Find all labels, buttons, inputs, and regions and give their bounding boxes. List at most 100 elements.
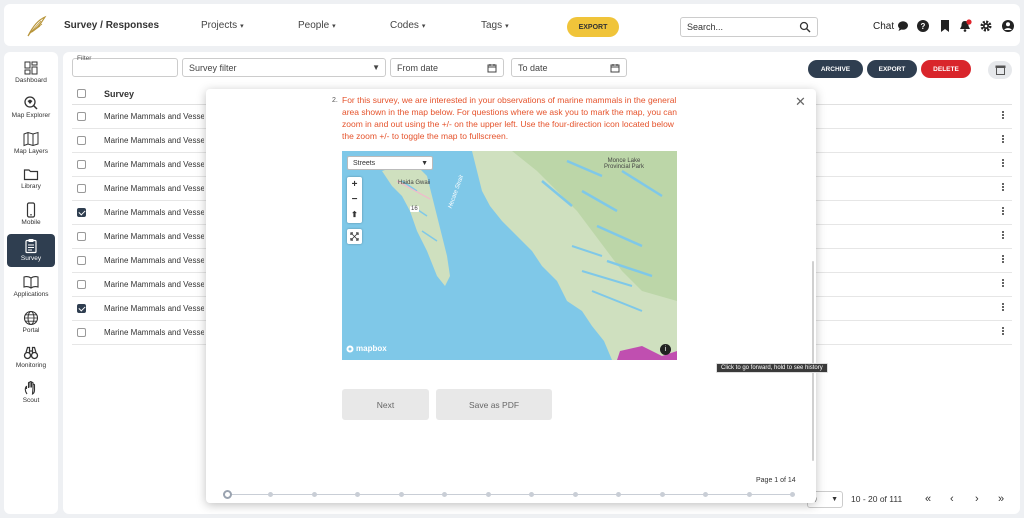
more-options-icon[interactable]: [1000, 326, 1006, 338]
more-options-icon[interactable]: [1000, 302, 1006, 314]
sidebar-item-survey[interactable]: Survey: [7, 234, 55, 267]
nav-projects[interactable]: Projects ▾: [201, 20, 244, 31]
sidebar-item-label: Dashboard: [15, 77, 47, 84]
help-icon[interactable]: ?: [916, 19, 930, 33]
nav-projects-label: Projects: [201, 20, 238, 31]
more-options-icon[interactable]: [1000, 278, 1006, 290]
progress-step-dot[interactable]: [746, 492, 752, 497]
more-options-icon[interactable]: [1000, 230, 1006, 242]
row-checkbox[interactable]: [77, 208, 86, 217]
survey-filter-value: Survey filter: [189, 62, 237, 73]
nav-people[interactable]: People ▾: [298, 20, 336, 31]
sidebar-item-label: Monitoring: [15, 362, 47, 369]
archive-box-button[interactable]: [988, 61, 1012, 79]
nav-tags[interactable]: Tags ▾: [481, 20, 509, 31]
sidebar-item-label: Map Explorer: [11, 112, 51, 119]
calendar-icon[interactable]: [487, 63, 497, 73]
more-options-icon[interactable]: [1000, 134, 1006, 146]
map-style-select[interactable]: Streets ▼: [347, 156, 433, 170]
archive-button[interactable]: ARCHIVE: [808, 60, 863, 78]
page-indicator: Page 1 of 14: [756, 477, 796, 484]
progress-step-dot[interactable]: [572, 492, 578, 497]
user-icon[interactable]: [1001, 19, 1015, 33]
map-view[interactable]: Streets ▼ + − ⬆ Haida Gwaii Hecate Strait…: [342, 151, 677, 360]
fullscreen-toggle-icon[interactable]: [347, 229, 362, 244]
bell-icon[interactable]: [958, 19, 972, 33]
progress-step-dot[interactable]: [268, 492, 274, 497]
row-checkbox[interactable]: [77, 136, 86, 145]
nav-people-label: People: [298, 20, 330, 31]
progress-step-dot[interactable]: [355, 492, 361, 497]
sidebar-item-map-layers[interactable]: Map Layers: [7, 131, 55, 163]
hand-icon: [24, 381, 36, 395]
sidebar-item-dashboard[interactable]: Dashboard: [7, 60, 55, 92]
zoom-out-button[interactable]: −: [347, 192, 362, 207]
bookmark-icon[interactable]: [938, 19, 952, 33]
progress-step-dot[interactable]: [659, 492, 665, 497]
progress-step-dot[interactable]: [485, 492, 491, 497]
more-options-icon[interactable]: [1000, 182, 1006, 194]
first-page-icon[interactable]: «: [925, 493, 931, 505]
next-button[interactable]: Next: [342, 389, 429, 420]
search-input[interactable]: Search...: [680, 17, 818, 37]
mapbox-attribution[interactable]: mapbox: [346, 344, 387, 353]
prev-page-icon[interactable]: ‹: [950, 493, 954, 505]
feather-logo-icon[interactable]: [24, 14, 48, 38]
nav-codes[interactable]: Codes ▾: [390, 20, 425, 31]
compass-icon[interactable]: ⬆: [347, 207, 362, 222]
row-checkbox[interactable]: [77, 280, 86, 289]
mobile-icon: [26, 202, 36, 218]
survey-cell: Marine Mammals and Vessels: [104, 328, 204, 337]
zoom-in-button[interactable]: +: [347, 177, 362, 192]
more-options-icon[interactable]: [1000, 158, 1006, 170]
progress-step-dot[interactable]: [442, 492, 448, 497]
sidebar-item-portal[interactable]: Portal: [7, 310, 55, 342]
progress-step-dot[interactable]: [223, 490, 232, 499]
chat-button[interactable]: Chat: [873, 20, 909, 32]
row-checkbox[interactable]: [77, 112, 86, 121]
survey-filter-select[interactable]: Survey filter ▼: [182, 58, 386, 77]
info-icon[interactable]: i: [660, 344, 671, 355]
row-checkbox[interactable]: [77, 328, 86, 337]
row-checkbox[interactable]: [77, 304, 86, 313]
mapbox-label: mapbox: [356, 344, 387, 353]
more-options-icon[interactable]: [1000, 206, 1006, 218]
select-all-checkbox[interactable]: [77, 89, 86, 98]
row-checkbox[interactable]: [77, 160, 86, 169]
sidebar-item-map-explorer[interactable]: Map Explorer: [7, 95, 55, 127]
progress-step-dot[interactable]: [790, 492, 795, 497]
sidebar-item-applications[interactable]: Applications: [7, 274, 55, 306]
export-button[interactable]: EXPORT: [867, 60, 917, 78]
row-checkbox[interactable]: [77, 256, 86, 265]
sidebar-item-monitoring[interactable]: Monitoring: [7, 345, 55, 377]
more-options-icon[interactable]: [1000, 110, 1006, 122]
progress-step-dot[interactable]: [616, 492, 622, 497]
map-layers-icon: [23, 131, 39, 147]
progress-step-dot[interactable]: [529, 492, 535, 497]
sidebar-item-scout[interactable]: Scout: [7, 380, 55, 412]
close-icon[interactable]: ✕: [795, 94, 806, 110]
to-date-field[interactable]: To date: [511, 58, 627, 77]
next-page-icon[interactable]: ›: [975, 493, 979, 505]
progress-step-dot[interactable]: [703, 492, 709, 497]
calendar-icon[interactable]: [610, 63, 620, 73]
modal-scrollbar[interactable]: [812, 261, 814, 461]
sidebar-item-library[interactable]: Library: [7, 166, 55, 198]
last-page-icon[interactable]: »: [998, 493, 1004, 505]
search-icon[interactable]: [799, 21, 811, 33]
top-bar: Survey / Responses Projects ▾ People ▾ Cod…: [4, 4, 1020, 46]
delete-button[interactable]: DELETE: [921, 60, 971, 78]
from-date-field[interactable]: From date: [390, 58, 504, 77]
more-options-icon[interactable]: [1000, 254, 1006, 266]
progress-step-dot[interactable]: [398, 492, 404, 497]
row-checkbox[interactable]: [77, 184, 86, 193]
row-checkbox[interactable]: [77, 232, 86, 241]
progress-step-dot[interactable]: [311, 492, 317, 497]
caret-down-icon: ▾: [421, 23, 426, 30]
column-survey[interactable]: Survey: [104, 89, 134, 99]
gear-icon[interactable]: [979, 19, 993, 33]
export-button-top[interactable]: EXPORT: [567, 17, 619, 37]
save-as-pdf-button[interactable]: Save as PDF: [436, 389, 552, 420]
sidebar-item-mobile[interactable]: Mobile: [7, 202, 55, 234]
caret-down-icon: ▾: [240, 23, 244, 30]
